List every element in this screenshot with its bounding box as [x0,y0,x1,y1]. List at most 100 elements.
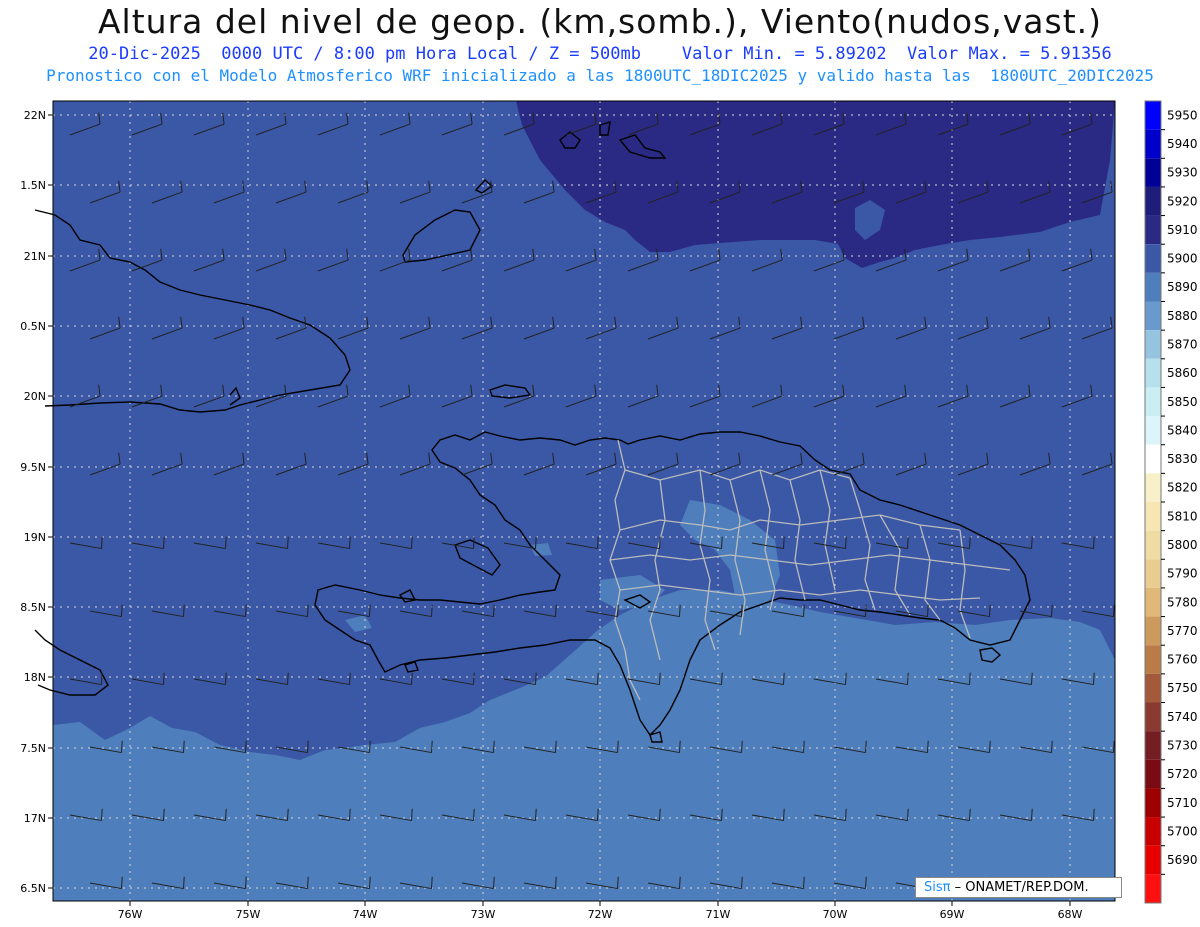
wind-barb-flag [659,536,661,549]
wind-barb-flag [659,672,661,685]
colorbar-label: 5860 [1167,366,1198,380]
wind-barb-flag [493,876,495,889]
wind-barb-flag [783,808,785,821]
colorbar-label: 5750 [1167,681,1198,695]
wind-barb-flag [1093,536,1095,549]
wind-barb-flag [617,604,619,617]
wind-barb-flag [845,808,847,821]
wind-barb-flag [555,876,557,889]
lat-tick-label: 7.5N [20,742,46,755]
wind-barb-flag [907,672,909,685]
colorbar-swatch [1145,874,1161,903]
colorbar-label: 5790 [1167,567,1198,581]
lat-tick-label: 18N [24,671,46,684]
wind-barb-flag [845,672,847,685]
wind-barb-flag [1113,604,1115,617]
wind-barb-flag [369,740,371,753]
colorbar-label: 5780 [1167,595,1198,609]
wind-barb-flag [803,740,805,753]
lon-tick-label: 76W [118,908,143,921]
colorbar-swatch [1145,473,1161,502]
wind-barb-flag [679,740,681,753]
wind-barb-flag [163,808,165,821]
wind-barb-flag [865,740,867,753]
lat-tick-label: 1.5N [20,179,46,192]
colorbar-swatch [1145,444,1161,474]
colorbar-label: 5820 [1167,481,1198,495]
lon-tick-label: 69W [940,908,965,921]
colorbar-swatch [1145,215,1161,245]
wind-barb-flag [307,604,309,617]
wind-barb-flag [411,672,413,685]
colorbar-swatch [1145,129,1161,159]
colorbar-swatch [1145,301,1161,331]
wind-barb-flag [535,536,537,549]
wind-barb-flag [555,740,557,753]
colorbar-swatch [1145,244,1161,273]
wind-barb-flag [245,876,247,889]
wind-barb-flag [287,672,289,685]
colorbar-swatch [1145,186,1161,216]
colorbar-swatch [1145,616,1161,646]
lon-tick-label: 70W [823,908,848,921]
wind-barb-flag [349,808,351,821]
wind-barb-flag [101,808,103,821]
wind-barb-flag [741,604,743,617]
wind-barb-flag [225,808,227,821]
wind-barb-flag [473,536,475,549]
colorbar-swatch [1145,272,1161,302]
wind-barb-flag [721,808,723,821]
wind-barb-flag [535,672,537,685]
wind-barb-flag [803,876,805,889]
map-canvas: 22N 1.5N 21N 0.5N 20N 9.5N 19N 8.5N 18N 7.5N 17N 6.… [20,100,1198,921]
wind-barb-flag [369,876,371,889]
colorbar-label: 5710 [1167,796,1198,810]
wind-barb-flag [803,604,805,617]
wind-barb-flag [225,672,227,685]
wind-barb-flag [617,876,619,889]
wind-barb-flag [369,604,371,617]
wind-barb-flag [493,740,495,753]
wind-barb-flag [183,740,185,753]
colorbar-swatch [1145,673,1161,703]
lon-tick-label: 72W [588,908,613,921]
wind-barb-flag [555,604,557,617]
wind-barb-flag [183,876,185,889]
wind-barb-flag [101,672,103,685]
lat-tick-label: 17N [24,812,46,825]
lon-tick-label: 73W [471,908,496,921]
colorbar-label: 5900 [1167,252,1198,266]
wind-barb-flag [989,740,991,753]
wind-barb-flag [431,604,433,617]
wind-barb-flag [1031,536,1033,549]
lat-tick-label: 0.5N [20,320,46,333]
colorbar-label: 5700 [1167,824,1198,838]
wind-barb-flag [1051,740,1053,753]
colorbar-label: 5880 [1167,309,1198,323]
colorbar-swatch [1145,158,1161,187]
lat-tick-label: 22N [24,109,46,122]
colorbar-label: 5800 [1167,538,1198,552]
colorbar-label: 5950 [1167,108,1198,122]
wind-barb-flag [245,740,247,753]
colorbar-swatch [1145,702,1161,732]
lat-tick-label: 19N [24,531,46,544]
wind-barb-flag [493,604,495,617]
colorbar-label: 5740 [1167,710,1198,724]
wind-barb-flag [865,604,867,617]
wind-barb-flag [1093,808,1095,821]
colorbar-swatch [1145,358,1161,388]
wind-barb-flag [101,536,103,549]
wind-barb-flag [907,536,909,549]
wind-barb-flag [721,536,723,549]
colorbar-label: 5920 [1167,194,1198,208]
colorbar: 5950 5940 5930 5920 5910 5900 5890 5880 5870 5860… [1144,100,1198,904]
colorbar-swatch [1145,845,1161,875]
lat-tick-label: 21N [24,250,46,263]
colorbar-label: 5940 [1167,137,1198,151]
colorbar-swatch [1145,788,1161,818]
colorbar-swatch [1145,502,1161,531]
colorbar-swatch [1145,530,1161,560]
colorbar-label: 5690 [1167,853,1198,867]
wind-barb-flag [783,536,785,549]
